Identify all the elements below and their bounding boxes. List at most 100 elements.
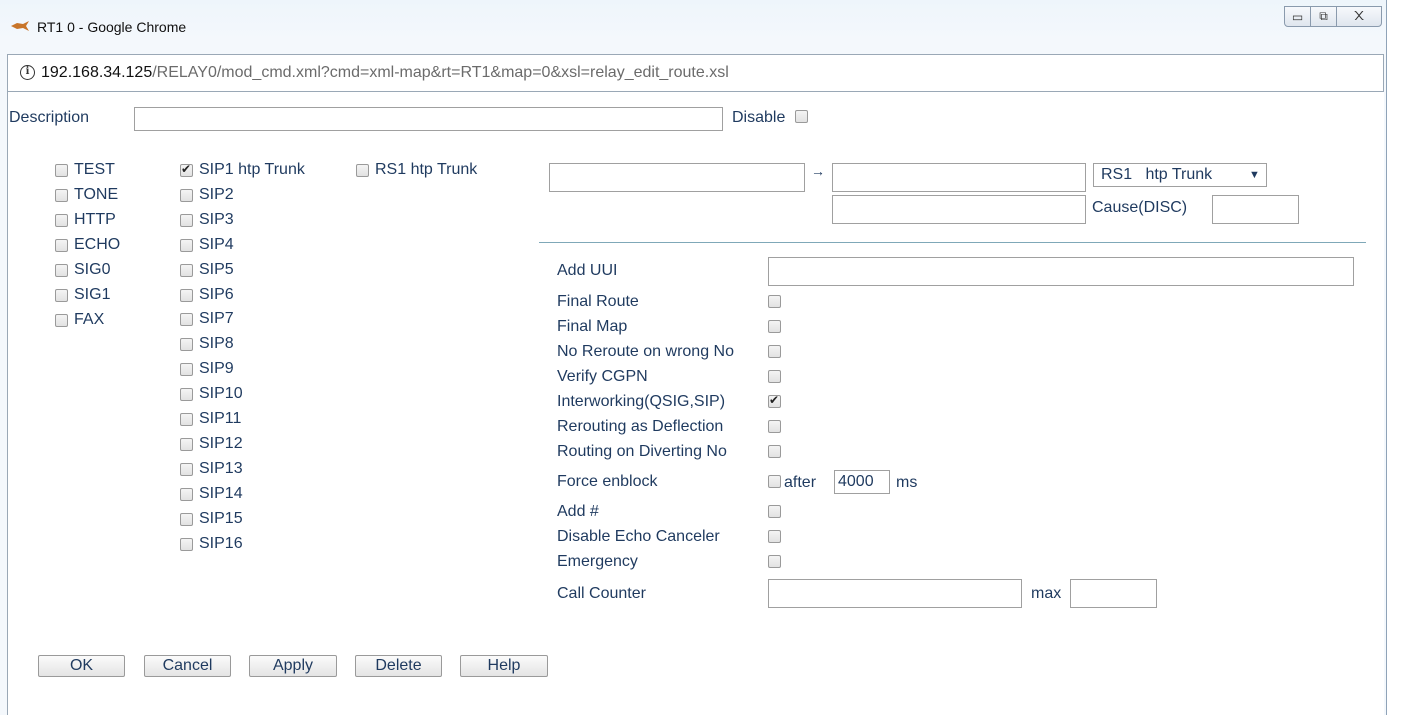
cause-label: Cause(DISC)	[1092, 199, 1188, 216]
interface-label: ECHO	[74, 236, 121, 253]
ok-button[interactable]: OK	[38, 655, 125, 677]
cancel-button[interactable]: Cancel	[144, 655, 231, 677]
option-checkbox[interactable]	[768, 345, 781, 358]
option-label: Disable Echo Canceler	[557, 528, 720, 545]
apply-button[interactable]: Apply	[249, 655, 337, 677]
window-controls: ▭ ⧉ ᙭	[1284, 6, 1382, 27]
option-checkbox[interactable]	[768, 320, 781, 333]
restore-icon: ⧉	[1319, 9, 1328, 23]
interface-label: SIP1 htp Trunk	[199, 161, 305, 178]
cause-input[interactable]	[1212, 195, 1299, 224]
minimize-button[interactable]: ▭	[1284, 6, 1311, 27]
interface-checkbox[interactable]	[55, 264, 68, 277]
option-checkbox[interactable]	[768, 393, 781, 408]
interface-label: SIP12	[199, 434, 243, 452]
interface-checkbox[interactable]	[55, 289, 68, 302]
destination-number-input[interactable]	[832, 163, 1086, 192]
option-checkbox[interactable]	[768, 420, 781, 433]
browser-window: RT1 0 - Google Chrome ▭ ⧉ ᙭ i 192.168.34…	[0, 0, 1387, 715]
option-label: Rerouting as Deflection	[557, 418, 724, 435]
option-label: Emergency	[557, 553, 638, 570]
interface-checkbox[interactable]	[180, 537, 193, 551]
interface-checkbox[interactable]	[55, 239, 68, 252]
interface-checkbox[interactable]	[180, 437, 193, 451]
force-enblock-after-label: after	[784, 474, 817, 491]
maximize-button[interactable]: ⧉	[1310, 6, 1337, 27]
option-checkbox[interactable]	[768, 555, 781, 568]
interface-label: TEST	[74, 161, 115, 178]
option-checkbox[interactable]	[768, 530, 781, 543]
interface-label: SIG0	[74, 261, 111, 278]
interface-checkbox[interactable]	[356, 164, 369, 177]
interface-label: FAX	[74, 311, 105, 328]
close-icon: ᙭	[1354, 9, 1364, 23]
interface-label: SIP9	[199, 360, 234, 378]
interface-label: SIP16	[199, 534, 243, 552]
interface-checkbox[interactable]	[180, 462, 193, 476]
add-uui-label: Add UUI	[557, 262, 618, 279]
interface-checkbox[interactable]	[180, 487, 193, 501]
delete-button[interactable]: Delete	[355, 655, 442, 677]
disable-label: Disable	[732, 109, 786, 126]
interface-checkbox[interactable]	[55, 164, 68, 177]
option-checkbox[interactable]	[768, 505, 781, 518]
interface-checkbox[interactable]	[55, 189, 68, 202]
destination-interface-select[interactable]: RS1 htp Trunk ▼	[1093, 163, 1267, 187]
max-label: max	[1031, 585, 1062, 602]
max-input[interactable]	[1070, 579, 1157, 608]
page-content: Description Disable TEST TONE HTTP ECHO SIG0…	[7, 92, 1384, 715]
info-icon[interactable]: i	[20, 65, 35, 80]
interface-checkbox[interactable]	[180, 338, 193, 352]
interface-label: SIP8	[199, 335, 234, 353]
option-checkbox[interactable]	[768, 370, 781, 383]
secondary-number-input[interactable]	[832, 195, 1086, 224]
interface-checkbox[interactable]	[180, 263, 193, 277]
option-label: No Reroute on wrong No	[557, 343, 734, 360]
interface-label: SIP2	[199, 185, 234, 203]
interface-checkbox[interactable]	[180, 413, 193, 426]
interface-checkbox[interactable]	[55, 214, 68, 227]
url-path: /RELAY0/mod_cmd.xml?cmd=xml-map&rt=RT1&m…	[152, 64, 729, 81]
description-label: Description	[9, 109, 90, 126]
destination-interface-value: RS1 htp Trunk	[1101, 166, 1213, 183]
interface-label: SIP11	[199, 410, 242, 427]
interface-checkbox[interactable]	[180, 188, 193, 202]
url-text[interactable]: 192.168.34.125/RELAY0/mod_cmd.xml?cmd=xm…	[41, 64, 729, 82]
interface-label: SIP10	[199, 385, 243, 403]
interface-checkbox[interactable]	[55, 314, 68, 327]
interface-checkbox[interactable]	[180, 238, 193, 252]
interface-label: SIP15	[199, 509, 243, 527]
title-bar: RT1 0 - Google Chrome ▭ ⧉ ᙭	[0, 0, 1386, 50]
interface-label: SIP3	[199, 210, 234, 228]
option-checkbox[interactable]	[768, 475, 781, 488]
address-bar[interactable]: i 192.168.34.125/RELAY0/mod_cmd.xml?cmd=…	[7, 54, 1384, 92]
interface-label: SIP13	[199, 459, 243, 477]
interface-label: TONE	[74, 186, 119, 203]
add-uui-input[interactable]	[768, 257, 1354, 286]
interface-checkbox[interactable]	[180, 162, 193, 177]
close-button[interactable]: ᙭	[1336, 6, 1382, 27]
option-label: Interworking(QSIG,SIP)	[557, 393, 726, 410]
interface-label: SIP7	[199, 310, 234, 328]
description-input[interactable]	[134, 107, 723, 131]
help-button[interactable]: Help	[460, 655, 548, 677]
interface-checkbox[interactable]	[180, 313, 193, 327]
option-label: Verify CGPN	[557, 368, 648, 385]
disable-checkbox[interactable]	[795, 110, 808, 123]
interface-checkbox[interactable]	[180, 512, 193, 526]
call-counter-input[interactable]	[768, 579, 1022, 608]
interface-checkbox[interactable]	[180, 213, 193, 227]
force-enblock-unit-label: ms	[896, 474, 918, 491]
option-label: Force enblock	[557, 473, 658, 490]
force-enblock-ms-input[interactable]	[834, 470, 890, 494]
source-number-input[interactable]	[549, 163, 805, 192]
interface-checkbox[interactable]	[180, 388, 193, 402]
interface-label: SIP5	[199, 260, 234, 278]
interface-checkbox[interactable]	[180, 288, 193, 302]
option-checkbox[interactable]	[768, 295, 781, 308]
option-checkbox[interactable]	[768, 445, 781, 458]
url-host: 192.168.34.125	[41, 64, 153, 81]
interface-label: SIP6	[199, 285, 234, 303]
interface-checkbox[interactable]	[180, 363, 193, 377]
interface-label: SIG1	[74, 286, 111, 303]
